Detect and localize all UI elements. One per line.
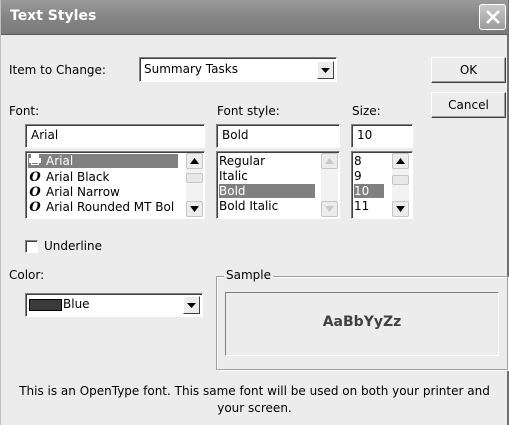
font-list-item-label: Arial bbox=[46, 154, 74, 168]
close-button[interactable] bbox=[479, 4, 506, 30]
font-list[interactable]: Arial O Arial Black O Arial Narrow O Arial … bbox=[25, 151, 205, 219]
color-label: Color: bbox=[9, 268, 45, 282]
underline-label: Underline bbox=[44, 239, 102, 253]
opentype-icon: O bbox=[29, 170, 41, 185]
font-style-input[interactable]: Bold bbox=[216, 124, 340, 148]
size-item-8[interactable]: 8 bbox=[354, 154, 384, 168]
font-name-input[interactable]: Arial bbox=[25, 124, 205, 148]
scroll-up-button[interactable] bbox=[392, 153, 409, 169]
scroll-thumb[interactable] bbox=[392, 175, 409, 185]
color-swatch bbox=[29, 298, 62, 311]
color-dropdown-content: Blue bbox=[29, 297, 90, 311]
font-list-item-arial-narrow[interactable]: O Arial Narrow bbox=[28, 185, 178, 199]
chevron-down-icon bbox=[321, 67, 330, 73]
scroll-up-button[interactable] bbox=[321, 153, 338, 169]
printer-font-icon bbox=[28, 154, 42, 168]
item-to-change-dropdown[interactable]: Summary Tasks bbox=[139, 57, 337, 82]
color-dropdown-arrow[interactable] bbox=[183, 296, 200, 314]
opentype-icon: O bbox=[29, 200, 41, 215]
scroll-down-button[interactable] bbox=[392, 201, 409, 217]
size-list-scrollbar[interactable] bbox=[392, 153, 409, 217]
chevron-down-icon bbox=[396, 206, 405, 212]
opentype-icon: O bbox=[29, 185, 41, 200]
font-list-item-label: Arial Rounded MT Bol bbox=[46, 200, 175, 214]
font-style-item-italic[interactable]: Italic bbox=[219, 169, 315, 183]
chevron-up-icon bbox=[396, 158, 405, 164]
size-label: Size: bbox=[352, 104, 381, 118]
font-list-scrollbar[interactable] bbox=[186, 153, 203, 217]
scroll-thumb[interactable] bbox=[186, 173, 203, 183]
color-value: Blue bbox=[63, 297, 90, 311]
size-input[interactable]: 10 bbox=[351, 124, 413, 148]
close-icon bbox=[485, 10, 500, 24]
size-item-11[interactable]: 11 bbox=[354, 199, 384, 213]
font-description-line-2: your screen. bbox=[217, 401, 292, 415]
font-style-list-scrollbar[interactable] bbox=[321, 153, 338, 217]
scroll-down-button[interactable] bbox=[186, 201, 203, 217]
item-to-change-dropdown-arrow[interactable] bbox=[317, 61, 334, 79]
sample-group-label: Sample bbox=[224, 268, 273, 282]
chevron-down-icon bbox=[325, 206, 334, 212]
size-list[interactable]: 8 9 10 11 bbox=[351, 151, 413, 219]
title-bar[interactable]: Text Styles bbox=[1, 0, 508, 35]
font-list-item-arial-black[interactable]: O Arial Black bbox=[28, 170, 178, 184]
item-to-change-value: Summary Tasks bbox=[144, 62, 238, 76]
font-style-item-bold[interactable]: Bold bbox=[219, 184, 315, 198]
chevron-up-icon bbox=[325, 158, 334, 164]
chevron-down-icon bbox=[190, 206, 199, 212]
text-styles-dialog: Text Styles Item to Change: Summary Task… bbox=[0, 0, 509, 425]
font-style-item-bold-italic[interactable]: Bold Italic bbox=[219, 199, 315, 213]
font-list-item-label: Arial Black bbox=[46, 170, 110, 184]
ok-button[interactable]: OK bbox=[431, 57, 506, 83]
chevron-up-icon bbox=[190, 158, 199, 164]
sample-preview: AaBbYyZz bbox=[225, 292, 499, 356]
cancel-button[interactable]: Cancel bbox=[431, 92, 506, 118]
font-description-line-1: This is an OpenType font. This same font… bbox=[19, 384, 490, 398]
size-item-9[interactable]: 9 bbox=[354, 169, 384, 183]
font-list-item-arial-rounded[interactable]: O Arial Rounded MT Bol bbox=[28, 200, 178, 214]
size-item-10[interactable]: 10 bbox=[354, 184, 384, 198]
dialog-title: Text Styles bbox=[10, 8, 97, 24]
font-style-item-regular[interactable]: Regular bbox=[219, 154, 315, 168]
chevron-down-icon bbox=[187, 302, 196, 308]
font-list-item-label: Arial Narrow bbox=[46, 185, 120, 199]
font-list-item-arial[interactable]: Arial bbox=[28, 154, 178, 168]
font-style-list[interactable]: Regular Italic Bold Bold Italic bbox=[216, 151, 340, 219]
font-style-label: Font style: bbox=[217, 104, 280, 118]
item-to-change-label: Item to Change: bbox=[9, 63, 106, 77]
color-dropdown[interactable]: Blue bbox=[25, 293, 203, 317]
scroll-up-button[interactable] bbox=[186, 153, 203, 169]
font-label: Font: bbox=[9, 104, 40, 118]
underline-checkbox[interactable] bbox=[25, 240, 38, 253]
scroll-down-button[interactable] bbox=[321, 201, 338, 217]
